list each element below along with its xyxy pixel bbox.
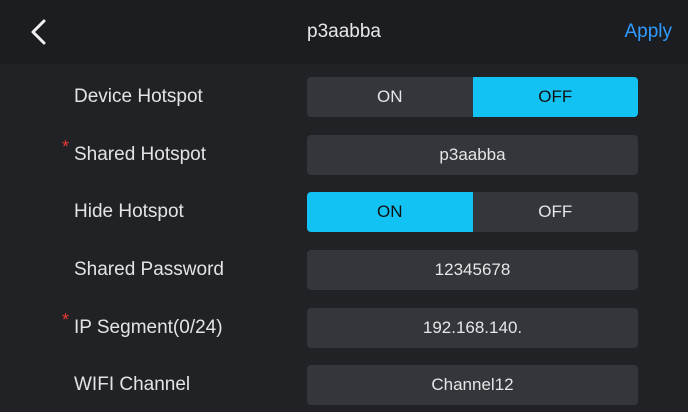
- device-hotspot-label: Device Hotspot: [74, 86, 203, 107]
- wifi-channel-select[interactable]: Channel12: [307, 365, 638, 405]
- shared-hotspot-label: Shared Hotspot: [74, 144, 207, 165]
- shared-hotspot-input[interactable]: p3aabba: [307, 135, 638, 175]
- row-shared-hotspot: * Shared Hotspot p3aabba: [0, 133, 688, 177]
- hotspot-settings-screen: p3aabba Apply Device Hotspot ON OFF * Sh…: [0, 0, 688, 412]
- required-asterisk: *: [62, 137, 70, 157]
- row-hide-hotspot: Hide Hotspot ON OFF: [0, 190, 688, 234]
- ip-segment-input[interactable]: 192.168.140.: [307, 308, 638, 348]
- device-hotspot-toggle: ON OFF: [307, 77, 638, 117]
- hide-hotspot-off-option[interactable]: OFF: [473, 192, 639, 232]
- ip-segment-label: IP Segment(0/24): [74, 317, 223, 338]
- row-shared-password: Shared Password 12345678: [0, 248, 688, 292]
- device-hotspot-on-option[interactable]: ON: [307, 77, 473, 117]
- device-hotspot-off-option[interactable]: OFF: [472, 77, 638, 117]
- required-asterisk: *: [62, 310, 70, 330]
- hide-hotspot-toggle: ON OFF: [307, 192, 638, 232]
- row-ip-segment: * IP Segment(0/24) 192.168.140.: [0, 306, 688, 350]
- hide-hotspot-label: Hide Hotspot: [74, 201, 184, 222]
- page-title: p3aabba: [307, 21, 381, 42]
- shared-password-input[interactable]: 12345678: [307, 250, 638, 290]
- hide-hotspot-on-option[interactable]: ON: [307, 192, 473, 232]
- shared-password-label: Shared Password: [74, 259, 224, 280]
- row-device-hotspot: Device Hotspot ON OFF: [0, 75, 688, 119]
- row-wifi-channel: WIFI Channel Channel12: [0, 363, 688, 407]
- header-bar: p3aabba Apply: [0, 0, 688, 64]
- wifi-channel-label: WIFI Channel: [74, 374, 191, 395]
- apply-button[interactable]: Apply: [624, 0, 672, 64]
